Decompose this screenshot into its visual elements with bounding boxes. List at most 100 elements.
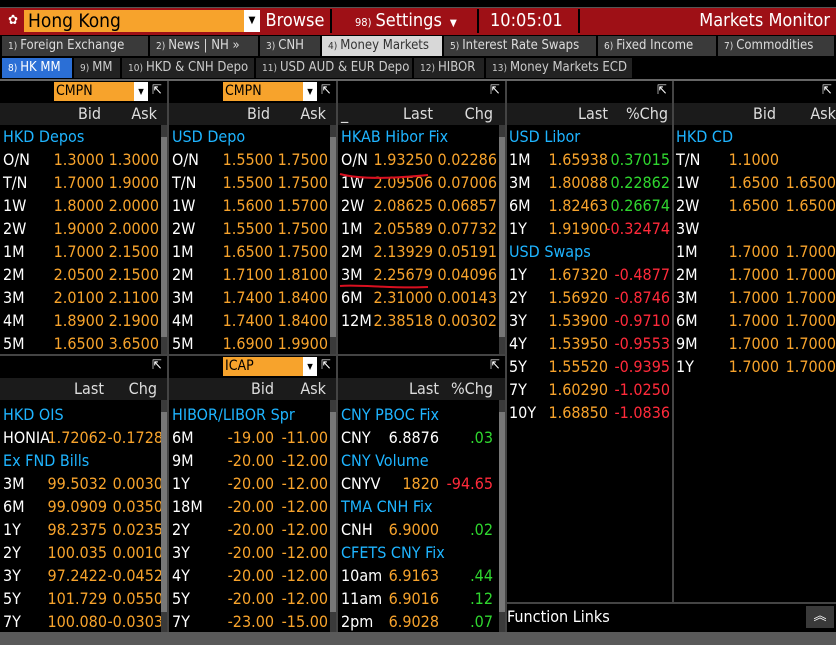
tab-hibor[interactable]: 12) HIBOR <box>414 58 484 78</box>
chevron-down-icon[interactable]: ▼ <box>134 82 148 101</box>
scrollbar-thumb[interactable] <box>330 412 336 612</box>
tab-fixed-income[interactable]: 6) Fixed Income <box>598 36 716 56</box>
table-row[interactable]: 6M 1.82463 0.26674 <box>507 194 672 217</box>
table-row[interactable]: 3Y 97.2422 -0.0452 <box>0 564 167 587</box>
table-row[interactable]: 5M 1.6900 1.9900 <box>169 332 336 354</box>
double-chevron-up-icon[interactable]: ︽ <box>806 606 834 628</box>
scrollbar-thumb[interactable] <box>161 137 167 337</box>
table-row[interactable]: 1W 1.5600 1.5700 <box>169 194 336 217</box>
table-row[interactable]: 2W 1.5500 1.7500 <box>169 217 336 240</box>
table-row[interactable]: 3M 2.0100 2.1100 <box>0 286 167 309</box>
table-row[interactable]: 1W 1.8000 2.0000 <box>0 194 167 217</box>
table-row[interactable]: 2pm 6.9028 .07 <box>338 610 505 632</box>
table-row[interactable]: 18M -20.00 -12.00 <box>169 495 336 518</box>
table-row[interactable]: 12M 2.38518 0.00302 <box>338 309 505 332</box>
table-row[interactable]: O/N 1.5500 1.7500 <box>169 148 336 171</box>
popout-icon[interactable]: ⇱ <box>488 359 502 373</box>
table-row[interactable]: HONIA 1.72062 -0.1728 <box>0 426 167 449</box>
scrollbar[interactable] <box>330 125 336 354</box>
popout-icon[interactable]: ⇱ <box>488 84 502 98</box>
table-row[interactable]: CNY 6.8876 .03 <box>338 426 505 449</box>
table-row[interactable]: O/N 1.3000 1.3000 <box>0 148 167 171</box>
table-row[interactable]: 1M 1.65938 0.37015 <box>507 148 672 171</box>
scrollbar-thumb[interactable] <box>330 137 336 337</box>
table-row[interactable]: 1M 1.7000 1.7000 <box>674 240 836 263</box>
table-row[interactable]: 9M 1.7000 1.7000 <box>674 332 836 355</box>
table-row[interactable]: 1Y 1.91900 -0.32474 <box>507 217 672 240</box>
table-row[interactable]: 1Y 98.2375 0.0235 <box>0 518 167 541</box>
table-row[interactable]: CNH 6.9000 .02 <box>338 518 505 541</box>
table-row[interactable]: 3M 99.5032 0.0030 <box>0 472 167 495</box>
table-row[interactable]: 3Y 1.53900 -0.9710 <box>507 309 672 332</box>
table-row[interactable]: 7Y -23.00 -15.00 <box>169 610 336 632</box>
table-row[interactable]: 5Y 1.55520 -0.9395 <box>507 355 672 378</box>
table-row[interactable]: 2M 1.7000 1.7000 <box>674 263 836 286</box>
table-row[interactable]: 6M -19.00 -11.00 <box>169 426 336 449</box>
source-dropdown[interactable]: CMPN <box>54 82 134 101</box>
settings-button[interactable]: 98) Settings ▼ <box>355 9 475 33</box>
table-row[interactable]: O/N 1.93250 0.02286 <box>338 148 505 171</box>
tab-foreign-exchange[interactable]: 1) Foreign Exchange <box>2 36 148 56</box>
popout-icon[interactable]: ⇱ <box>150 359 164 373</box>
scrollbar-thumb[interactable] <box>161 412 167 612</box>
table-row[interactable]: 4M 1.7400 1.8400 <box>169 309 336 332</box>
popout-icon[interactable]: ⇱ <box>655 84 669 98</box>
table-row[interactable]: 5Y 101.729 0.0550 <box>0 587 167 610</box>
table-row[interactable]: 2Y 1.56920 -0.8746 <box>507 286 672 309</box>
scrollbar[interactable] <box>330 400 336 632</box>
tab-interest-rate-swaps[interactable]: 5) Interest Rate Swaps <box>444 36 596 56</box>
table-row[interactable]: 4Y -20.00 -12.00 <box>169 564 336 587</box>
function-links[interactable]: Function Links <box>507 604 673 630</box>
table-row[interactable]: 6M 99.0909 0.0350 <box>0 495 167 518</box>
tab-news[interactable]: 2) News | NH » <box>150 36 258 56</box>
scrollbar-thumb[interactable] <box>499 412 505 612</box>
table-row[interactable]: 7Y 100.080 -0.0303 <box>0 610 167 632</box>
popout-icon[interactable]: ⇱ <box>319 359 333 373</box>
table-row[interactable]: 3W <box>674 217 836 240</box>
table-row[interactable]: 1W 1.6500 1.6500 <box>674 171 836 194</box>
table-row[interactable]: 3Y -20.00 -12.00 <box>169 541 336 564</box>
table-row[interactable]: 5M 1.6500 3.6500 <box>0 332 167 354</box>
scrollbar-thumb[interactable] <box>499 137 505 337</box>
table-row[interactable]: 3M 1.7400 1.8400 <box>169 286 336 309</box>
table-row[interactable]: 4M 1.8900 2.1900 <box>0 309 167 332</box>
popout-icon[interactable]: ⇱ <box>150 84 164 98</box>
table-row[interactable]: 2Y 100.035 0.0010 <box>0 541 167 564</box>
table-row[interactable]: 9M -20.00 -12.00 <box>169 449 336 472</box>
chevron-down-icon[interactable]: ▼ <box>303 82 317 101</box>
popout-icon[interactable]: ⇱ <box>820 84 834 98</box>
location-field[interactable]: Hong Kong <box>24 10 244 32</box>
tab-money-markets-ecd[interactable]: 13) Money Markets ECD <box>486 58 632 78</box>
tab-money-markets[interactable]: 4) Money Markets <box>322 36 442 56</box>
browse-button[interactable]: Browse <box>262 9 328 33</box>
scrollbar[interactable] <box>499 125 505 354</box>
table-row[interactable]: 2M 2.13929 0.05191 <box>338 240 505 263</box>
table-row[interactable]: 5Y -20.00 -12.00 <box>169 587 336 610</box>
tab-cnh[interactable]: 3) CNH <box>260 36 320 56</box>
table-row[interactable]: 2M 1.7100 1.8100 <box>169 263 336 286</box>
table-row[interactable]: 6M 1.7000 1.7000 <box>674 309 836 332</box>
table-row[interactable]: 10Y 1.68850 -1.0836 <box>507 401 672 424</box>
table-row[interactable]: 2M 2.0500 2.1500 <box>0 263 167 286</box>
table-row[interactable]: 1M 1.7000 2.1500 <box>0 240 167 263</box>
table-row[interactable]: T/N 1.5500 1.7500 <box>169 171 336 194</box>
table-row[interactable]: 3M 1.7000 1.7000 <box>674 286 836 309</box>
tab-mm[interactable]: 9) MM <box>74 58 120 78</box>
scrollbar[interactable] <box>161 125 167 354</box>
tab-hk-mm[interactable]: 8) HK MM <box>2 58 72 78</box>
popout-icon[interactable]: ⇱ <box>319 84 333 98</box>
table-row[interactable]: T/N 1.7000 1.9000 <box>0 171 167 194</box>
chevron-down-icon[interactable]: ▼ <box>303 357 317 376</box>
table-row[interactable]: CNYV 1820 -94.65 <box>338 472 505 495</box>
table-row[interactable]: 2W 1.9000 2.0000 <box>0 217 167 240</box>
table-row[interactable]: 11am 6.9016 .12 <box>338 587 505 610</box>
table-row[interactable]: 4Y 1.53950 -0.9553 <box>507 332 672 355</box>
tab-commodities[interactable]: 7) Commodities <box>718 36 834 56</box>
table-row[interactable]: 1Y -20.00 -12.00 <box>169 472 336 495</box>
tab-hkd-cnh-depo[interactable]: 10) HKD & CNH Depo <box>122 58 254 78</box>
table-row[interactable]: 1M 2.05589 0.07732 <box>338 217 505 240</box>
table-row[interactable]: 10am 6.9163 .44 <box>338 564 505 587</box>
table-row[interactable]: T/N 1.1000 <box>674 148 836 171</box>
source-dropdown[interactable]: ICAP <box>223 357 303 376</box>
source-dropdown[interactable]: CMPN <box>223 82 303 101</box>
